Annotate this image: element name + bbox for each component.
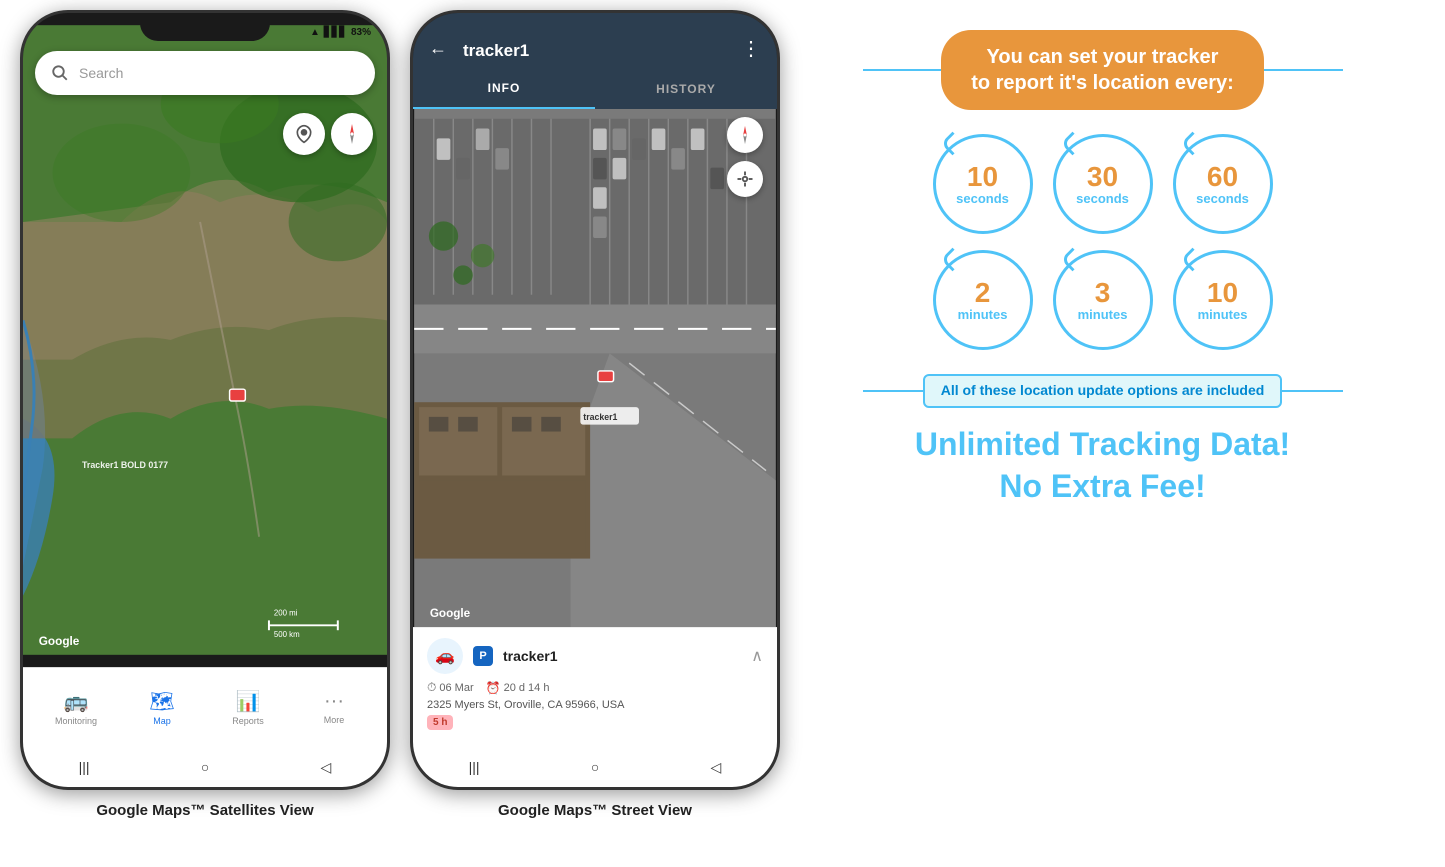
android-back-icon[interactable]: ||| [79,759,90,775]
phone2-wrapper: ▲ ▋▋▋ 83% ← tracker1 ⋮ INFO [410,10,780,819]
wifi-icon: ▲ [310,27,320,38]
back-button[interactable]: ← [429,38,447,59]
aerial-compass-icon [734,124,756,146]
android-home-icon[interactable]: ○ [201,759,209,775]
satellite-svg: Tracker1 BOLD 0177 Google 200 mi 500 km [23,13,387,667]
phone1-wrapper: ▲ ▋▋▋ 83% Search [20,10,390,819]
nav-more[interactable]: ··· More [291,690,377,725]
tab-info[interactable]: INFO [413,69,595,109]
more-icon: ··· [324,690,344,713]
aerial-map: tracker1 [413,109,777,627]
info-header: 🚗 P tracker1 ∧ [427,638,763,674]
signal-icon: ▋▋▋ [324,27,347,38]
teal-line-right [1264,69,1343,71]
svg-text:200 mi: 200 mi [274,608,298,617]
nav-map[interactable]: 🗺 Map [119,689,205,726]
phone1-caption: Google Maps™ Satellites View [96,802,313,819]
unlimited-line2: No Extra Fee! [915,466,1290,508]
included-banner: All of these location update options are… [923,374,1283,408]
info-meta: ⏱ 06 Mar ⏰ 20 d 14 h [427,680,763,695]
satellite-map: Tracker1 BOLD 0177 Google 200 mi 500 km [23,13,387,667]
location-button[interactable] [283,113,325,155]
aerial-svg: tracker1 [413,109,777,627]
aerial-location-button[interactable] [727,161,763,197]
svg-text:tracker1: tracker1 [583,412,617,422]
nav-monitoring[interactable]: 🚌 Monitoring [33,689,119,726]
promo-banner: You can set your tracker to report it's … [941,30,1264,110]
intervals-section: 10 seconds 30 seconds 60 seconds 2 [933,134,1273,350]
phone2-frame: ▲ ▋▋▋ 83% ← tracker1 ⋮ INFO [410,10,780,790]
intervals-row-1: 10 seconds 30 seconds 60 seconds [933,134,1273,234]
promo-text-line1: You can set your tracker to report it's … [971,44,1234,96]
interval-2m: 2 minutes [933,250,1033,350]
date-meta: ⏱ 06 Mar [427,680,474,695]
android-home-icon2[interactable]: ○ [591,759,599,775]
included-line-right [1282,390,1342,392]
phone2-android-nav: ||| ○ ◁ [413,747,777,787]
interval-30s: 30 seconds [1053,134,1153,234]
tab-history[interactable]: HISTORY [595,69,777,109]
phone1-notch [140,13,270,41]
phone2-caption: Google Maps™ Street View [498,802,692,819]
tracking-info-panel: You can set your tracker to report it's … [780,10,1425,527]
phone1-frame: ▲ ▋▋▋ 83% Search [20,10,390,790]
included-banner-row: All of these location update options are… [863,374,1343,408]
car-icon: 🚗 [427,638,463,674]
reports-icon: 📊 [236,689,261,714]
unlimited-section: Unlimited Tracking Data! No Extra Fee! [915,424,1290,507]
interval-10s: 10 seconds [933,134,1033,234]
parking-icon: P [473,646,493,666]
phone1-battery: ▲ ▋▋▋ 83% [310,27,371,38]
android-recent-icon2[interactable]: ◁ [711,759,722,776]
intervals-row-2: 2 minutes 3 minutes 10 minutes [933,250,1273,350]
compass-icon [340,122,364,146]
interval-3m: 3 minutes [1053,250,1153,350]
search-placeholder: Search [79,65,123,81]
phone2-tabs: INFO HISTORY [413,69,777,109]
svg-text:500 km: 500 km [274,630,300,639]
info-panel: 🚗 P tracker1 ∧ ⏱ 06 Mar ⏰ [413,627,777,747]
clock-icon: ⏱ [427,680,436,695]
compass-button[interactable] [331,113,373,155]
nav-map-label: Map [153,716,171,726]
timer-icon: ⏰ [486,681,501,695]
unlimited-line1: Unlimited Tracking Data! [915,424,1290,466]
info-address: 2325 Myers St, Oroville, CA 95966, USA [427,699,763,711]
info-title: tracker1 [503,648,558,664]
phone1-search-bar[interactable]: Search [35,51,375,95]
nav-monitoring-label: Monitoring [55,716,97,726]
android-recent-icon[interactable]: ◁ [321,759,332,776]
time-badge: 5 h [427,715,453,730]
nav-reports-label: Reports [232,716,264,726]
aerial-location-icon [736,170,754,188]
phones-section: ▲ ▋▋▋ 83% Search [20,10,780,819]
search-icon [51,64,69,82]
map-icon: 🗺 [149,689,174,714]
svg-text:Tracker1 BOLD 0177: Tracker1 BOLD 0177 [82,460,168,470]
location-icon [294,124,314,144]
expand-icon[interactable]: ∧ [751,646,763,666]
nav-more-label: More [324,715,345,725]
more-button[interactable]: ⋮ [741,36,761,61]
phone1-bottom-nav: 🚌 Monitoring 🗺 Map 📊 Reports ··· More [23,667,387,747]
included-line-left [863,390,923,392]
android-back-icon2[interactable]: ||| [469,759,480,775]
aerial-compass-button[interactable] [727,117,763,153]
banner-row: You can set your tracker to report it's … [863,30,1343,110]
nav-reports[interactable]: 📊 Reports [205,689,291,726]
teal-line-left [863,69,942,71]
interval-60s: 60 seconds [1173,134,1273,234]
tracker-name: tracker1 [463,41,741,61]
svg-text:Google: Google [430,607,471,620]
phone2-header: ← tracker1 ⋮ [413,13,777,69]
interval-10m: 10 minutes [1173,250,1273,350]
monitoring-icon: 🚌 [64,689,89,714]
duration-meta: ⏰ 20 d 14 h [486,680,550,695]
svg-text:Google: Google [39,634,80,648]
phone1-android-nav: ||| ○ ◁ [23,747,387,787]
main-container: ▲ ▋▋▋ 83% Search [0,0,1445,867]
included-text: All of these location update options are… [941,382,1265,398]
